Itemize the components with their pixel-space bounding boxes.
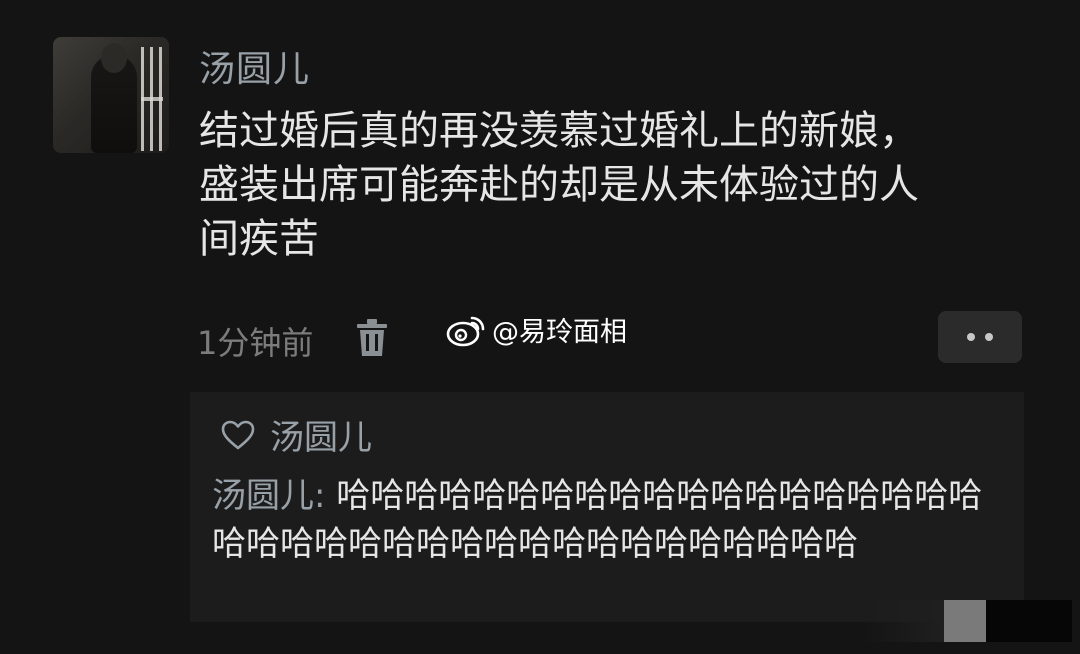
post-text: 结过婚后真的再没羡慕过婚礼上的新娘， 盛装出席可能奔赴的却是从未体验过的人 间疾…	[199, 108, 919, 262]
more-dot-icon	[985, 333, 993, 341]
weibo-watermark: @易玲面相	[446, 310, 627, 349]
watermark-text: @易玲面相	[492, 317, 627, 348]
post-author[interactable]: 汤圆儿	[199, 40, 310, 92]
like-row: 汤圆儿	[220, 410, 372, 459]
corner-block-dark	[986, 600, 1072, 642]
avatar[interactable]	[53, 37, 169, 153]
weibo-logo-icon	[446, 316, 485, 346]
more-dot-icon	[967, 333, 975, 341]
avatar-background-bar	[141, 97, 163, 101]
more-options-button[interactable]	[938, 311, 1022, 363]
heart-icon[interactable]	[220, 419, 256, 451]
liker-name[interactable]: 汤圆儿	[270, 410, 372, 459]
trash-icon[interactable]	[355, 318, 389, 358]
post-timestamp: 1分钟前	[197, 324, 314, 362]
avatar-head	[101, 43, 127, 73]
reply-preview[interactable]: 汤圆儿 汤圆儿: 哈哈哈哈哈哈哈哈哈哈哈哈哈哈哈哈哈哈哈哈哈哈哈哈哈哈哈哈哈哈哈…	[190, 392, 1024, 622]
reply-content: 汤圆儿: 哈哈哈哈哈哈哈哈哈哈哈哈哈哈哈哈哈哈哈哈哈哈哈哈哈哈哈哈哈哈哈哈哈哈哈…	[212, 472, 1012, 568]
corner-block	[944, 600, 986, 642]
corner-shadow	[860, 600, 944, 642]
reply-author[interactable]: 汤圆儿:	[212, 476, 336, 516]
